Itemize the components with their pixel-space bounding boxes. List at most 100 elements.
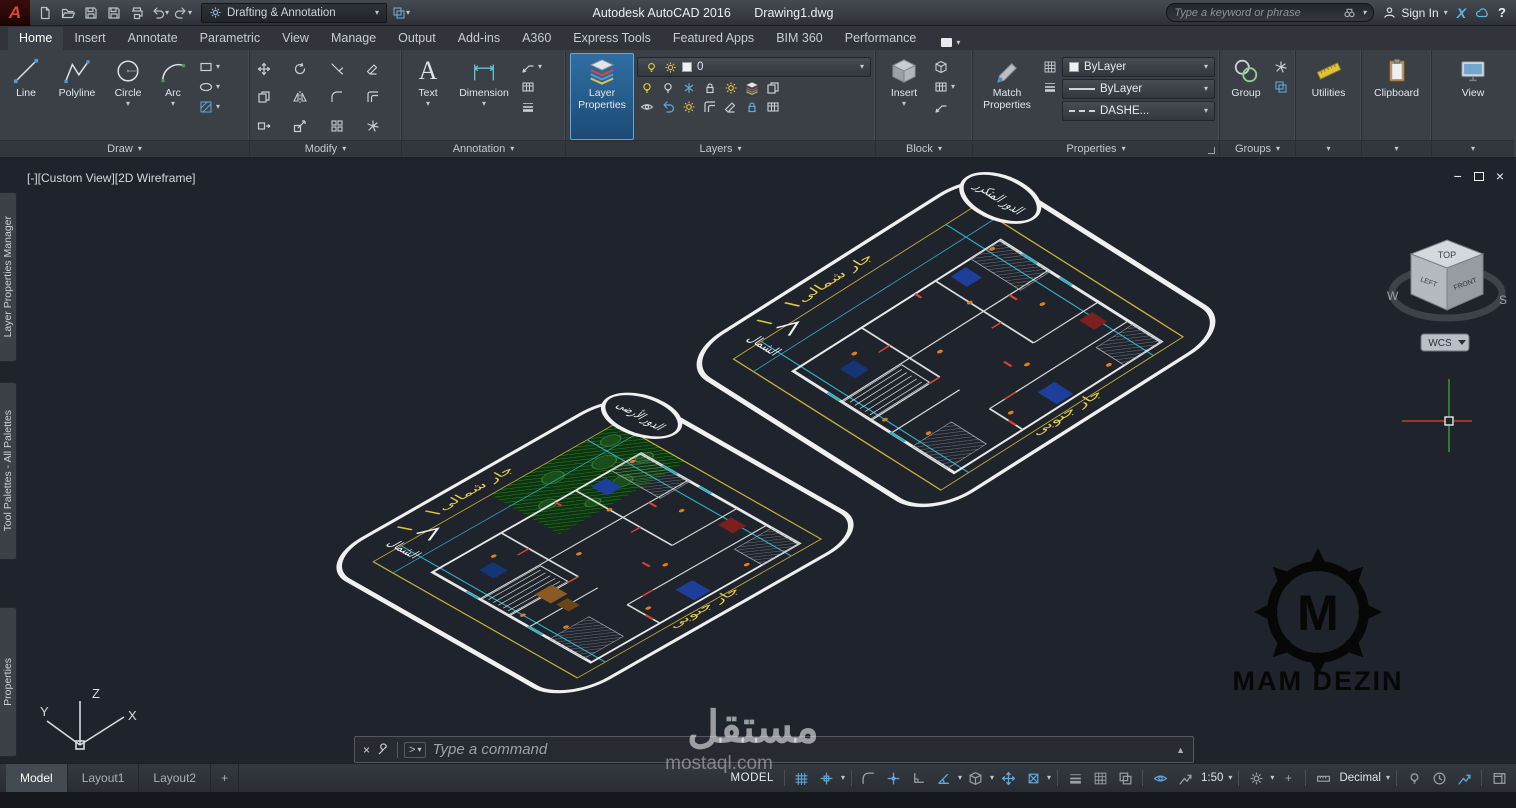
infer-constraints-icon[interactable] — [858, 768, 880, 788]
ortho-icon[interactable] — [908, 768, 930, 788]
clipboard-button[interactable]: Clipboard — [1366, 53, 1427, 140]
annotation-panel-label[interactable]: Annotation ▾ — [402, 140, 565, 157]
scale-icon[interactable] — [291, 118, 310, 135]
layer-isolate-icon[interactable] — [637, 79, 656, 96]
layer-unisolate-icon[interactable] — [658, 79, 677, 96]
insert-button[interactable]: Insert ▾ — [880, 53, 928, 140]
caret-icon[interactable]: ▾ — [1270, 774, 1274, 782]
layer-state-icon[interactable] — [763, 98, 782, 115]
caret-icon[interactable]: ▾ — [1228, 774, 1232, 782]
properties-panel-label[interactable]: Properties ▾ — [973, 140, 1219, 157]
tab-parametric[interactable]: Parametric — [189, 27, 271, 50]
utilities-button[interactable]: Utilities — [1300, 53, 1357, 140]
lineweight-icon[interactable] — [1064, 768, 1086, 788]
view-panel-label[interactable]: ▾ — [1432, 140, 1514, 157]
snap-icon[interactable] — [816, 768, 838, 788]
tab-annotate[interactable]: Annotate — [117, 27, 189, 50]
caret-icon[interactable]: ▾ — [990, 774, 994, 782]
polar-tracking-icon[interactable] — [933, 768, 955, 788]
annotation-scale[interactable]: 1:50 — [1201, 772, 1223, 784]
object-snap-icon[interactable] — [1022, 768, 1044, 788]
ungroup-icon[interactable] — [1271, 58, 1290, 75]
dynamic-input-icon[interactable] — [883, 768, 905, 788]
leader-icon[interactable] — [518, 58, 537, 75]
command-line[interactable]: × > ▾ Type a command ▲ — [354, 736, 1194, 763]
tab-performance[interactable]: Performance — [834, 27, 928, 50]
tab-layout1[interactable]: Layout1 — [68, 764, 140, 792]
close-icon[interactable]: × — [1496, 168, 1504, 184]
polyline-button[interactable]: Polyline — [51, 53, 103, 140]
object-snap-tracking-icon[interactable] — [997, 768, 1019, 788]
caret-icon[interactable]: ▾ — [1386, 774, 1390, 782]
layer-freeze-icon[interactable] — [679, 79, 698, 96]
command-history-icon[interactable]: ▲ — [1176, 745, 1185, 755]
group-edit-icon[interactable] — [1271, 78, 1290, 95]
group-button[interactable]: Group — [1224, 53, 1268, 140]
viewcube-top[interactable]: TOP — [1438, 250, 1456, 260]
rectangle-icon[interactable] — [196, 58, 215, 75]
block-panel-label[interactable]: Block ▾ — [876, 140, 972, 157]
layer-lock-icon[interactable] — [700, 79, 719, 96]
tab-a360[interactable]: A360 — [511, 27, 562, 50]
model-space[interactable]: الدور المتكرر جار شمالى جار جنوبى الشمال… — [0, 158, 1516, 763]
redo-button[interactable]: ▾ — [172, 3, 194, 23]
ellipse-icon[interactable] — [196, 78, 215, 95]
tab-express-tools[interactable]: Express Tools — [562, 27, 662, 50]
turn-all-layers-on-icon[interactable] — [679, 98, 698, 115]
text-button[interactable]: A Text ▾ — [406, 53, 450, 140]
linetype-select[interactable]: DASHE... ▾ — [1062, 101, 1215, 121]
tab-layout2[interactable]: Layout2 — [139, 764, 212, 792]
layer-merge-icon[interactable] — [700, 98, 719, 115]
tab-insert[interactable]: Insert — [63, 27, 116, 50]
object-color-select[interactable]: ByLayer ▾ — [1062, 57, 1215, 77]
circle-button[interactable]: Circle ▾ — [106, 53, 150, 140]
grid-icon[interactable] — [791, 768, 813, 788]
command-input[interactable]: Type a command — [432, 741, 1170, 758]
autoscale-icon[interactable] — [1174, 768, 1196, 788]
viewcube-south[interactable]: S — [1499, 293, 1507, 307]
mirror-icon[interactable] — [291, 89, 310, 106]
dialog-launcher-icon[interactable] — [1208, 147, 1215, 154]
groups-panel-label[interactable]: Groups ▾ — [1220, 140, 1295, 157]
new-drawing-button[interactable] — [34, 3, 56, 23]
minimize-icon[interactable]: − — [1454, 168, 1462, 184]
model-space-label[interactable]: MODEL — [731, 772, 774, 784]
restore-icon[interactable] — [1473, 171, 1484, 181]
transparency-icon[interactable] — [1089, 768, 1111, 788]
match-layer-icon[interactable] — [763, 79, 782, 96]
workspace-gear-icon[interactable] — [1245, 768, 1267, 788]
trim-icon[interactable] — [327, 60, 346, 77]
search-input[interactable]: Type a keyword or phrase ▾ — [1166, 3, 1375, 22]
tab-output[interactable]: Output — [387, 27, 447, 50]
tab-manage[interactable]: Manage — [320, 27, 387, 50]
create-block-icon[interactable] — [931, 58, 950, 75]
object-color-icon[interactable] — [1040, 58, 1059, 75]
hardware-acceleration-icon[interactable] — [1453, 768, 1475, 788]
wcs-button[interactable]: WCS — [1420, 333, 1470, 352]
layer-properties-button[interactable]: Layer Properties — [570, 53, 634, 140]
undo-button[interactable]: ▾ — [149, 3, 171, 23]
utilities-panel-label[interactable]: ▾ — [1296, 140, 1361, 157]
help-icon[interactable]: ? — [1498, 5, 1506, 20]
lock-fade-icon[interactable] — [742, 98, 761, 115]
sidebar-tab-properties[interactable]: Properties — [0, 607, 17, 757]
table-icon[interactable] — [518, 78, 537, 95]
tab-home[interactable]: Home — [8, 27, 64, 50]
isolate-objects-icon[interactable] — [1403, 768, 1425, 788]
dimension-button[interactable]: Dimension ▾ — [453, 53, 515, 140]
edit-attribute-icon[interactable] — [931, 78, 950, 95]
autocad-logo-icon[interactable]: A — [0, 0, 30, 26]
rotate-icon[interactable] — [291, 60, 310, 77]
viewcube[interactable]: W S TOP LEFT FRONT — [1387, 239, 1507, 322]
make-current-icon[interactable] — [742, 79, 761, 96]
tab-addins[interactable]: Add-ins — [447, 27, 511, 50]
stretch-icon[interactable] — [254, 118, 273, 135]
move-icon[interactable] — [254, 60, 273, 77]
layers-panel-label[interactable]: Layers ▾ — [566, 140, 875, 157]
view-button[interactable]: View — [1446, 53, 1500, 140]
arc-button[interactable]: Arc ▾ — [153, 53, 193, 140]
units-value[interactable]: Decimal — [1339, 772, 1381, 784]
tab-bim360[interactable]: BIM 360 — [765, 27, 834, 50]
layer-delete-icon[interactable] — [721, 98, 740, 115]
array-icon[interactable] — [327, 118, 346, 135]
